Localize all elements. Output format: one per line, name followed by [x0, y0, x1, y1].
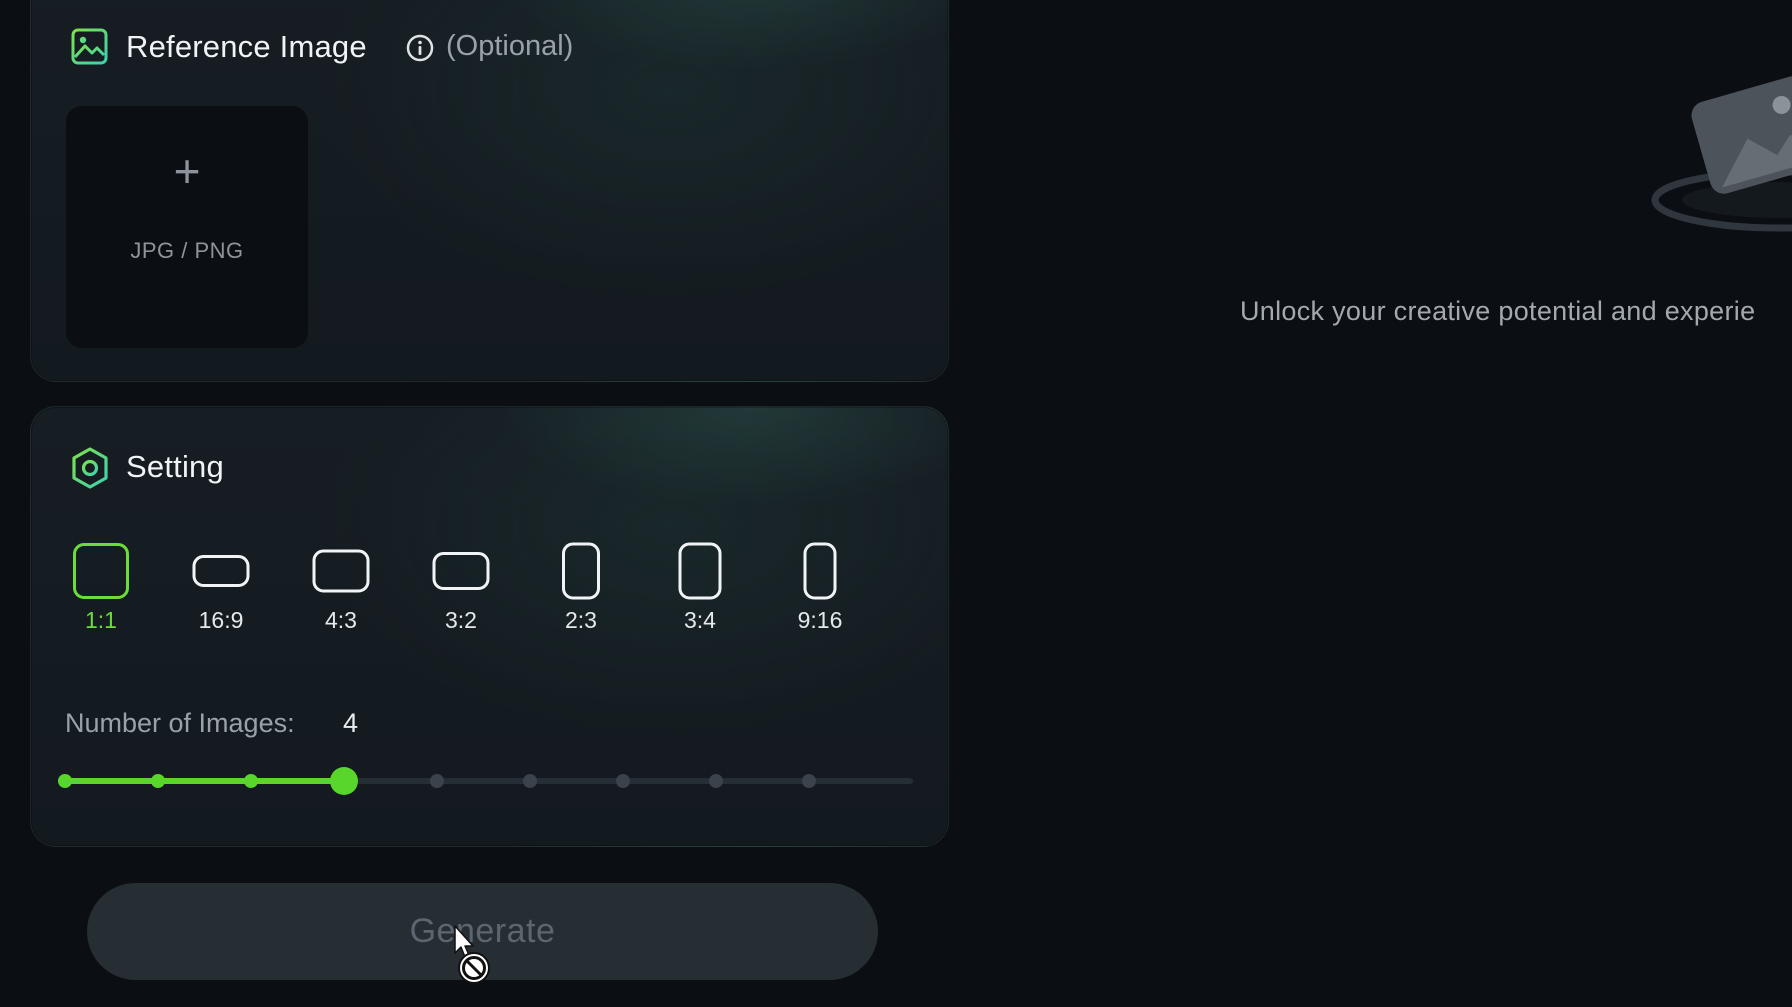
- number-of-images-slider[interactable]: [58, 767, 913, 795]
- slider-step-dot[interactable]: [244, 774, 258, 788]
- gallery-illustration-icon: [1651, 75, 1792, 232]
- wide-ratio-icon: [192, 555, 250, 587]
- ratio-label: 3:2: [445, 607, 477, 633]
- reference-image-card: Reference Image (Optional) + JPG / PNG: [30, 0, 949, 382]
- ratio-label: 4:3: [325, 607, 357, 633]
- ratio-option-9-16[interactable]: 9:16: [760, 537, 880, 657]
- slider-step-dot[interactable]: [709, 774, 723, 788]
- slider-fill: [65, 778, 344, 784]
- ratio-option-2-3[interactable]: 2:3: [521, 537, 641, 657]
- tall-ratio-icon: [803, 542, 837, 600]
- portrait-ratio-icon: [678, 542, 722, 600]
- slider-step-dot[interactable]: [523, 774, 537, 788]
- ratio-option-4-3[interactable]: 4:3: [281, 537, 401, 657]
- info-icon[interactable]: [405, 33, 435, 63]
- landscape-ratio-icon: [312, 549, 370, 593]
- number-of-images-value: 4: [343, 708, 359, 738]
- landscape-ratio-icon: [432, 552, 490, 590]
- square-ratio-icon: [73, 543, 129, 599]
- slider-step-dot[interactable]: [430, 774, 444, 788]
- slider-step-dot[interactable]: [151, 774, 165, 788]
- slider-step-dot[interactable]: [616, 774, 630, 788]
- ratio-label: 3:4: [684, 607, 716, 633]
- ratio-option-16-9[interactable]: 16:9: [161, 537, 281, 657]
- app-root: Reference Image (Optional) + JPG / PNG S…: [0, 0, 1792, 1007]
- ratio-option-1-1[interactable]: 1:1: [41, 537, 161, 657]
- ratio-label: 1:1: [85, 607, 117, 633]
- portrait-ratio-icon: [562, 542, 600, 600]
- ratio-option-3-2[interactable]: 3:2: [401, 537, 521, 657]
- tagline: Unlock your creative potential and exper…: [1240, 296, 1756, 326]
- ratio-option-3-4[interactable]: 3:4: [640, 537, 760, 657]
- ratio-label: 9:16: [797, 607, 843, 633]
- settings-hexagon-icon: [72, 447, 108, 489]
- ratio-label: 16:9: [198, 607, 244, 633]
- setting-title: Setting: [126, 449, 224, 484]
- not-allowed-cursor-icon: [454, 925, 490, 984]
- setting-card: Setting 1:1 16:9 4:3 3:2 2:3 3:4 9:16 Nu…: [30, 406, 949, 847]
- slider-step-dot[interactable]: [58, 774, 72, 788]
- upload-format-label: JPG / PNG: [130, 238, 244, 263]
- plus-icon: +: [173, 145, 201, 197]
- reference-image-title: Reference Image: [126, 29, 367, 64]
- upload-dropzone[interactable]: + JPG / PNG: [66, 106, 308, 348]
- slider-step-dot[interactable]: [802, 774, 816, 788]
- optional-label: (Optional): [446, 30, 574, 62]
- image-icon: [71, 28, 108, 65]
- ratio-label: 2:3: [565, 607, 597, 633]
- slider-thumb[interactable]: [330, 767, 358, 795]
- number-of-images-label: Number of Images:: [65, 708, 295, 738]
